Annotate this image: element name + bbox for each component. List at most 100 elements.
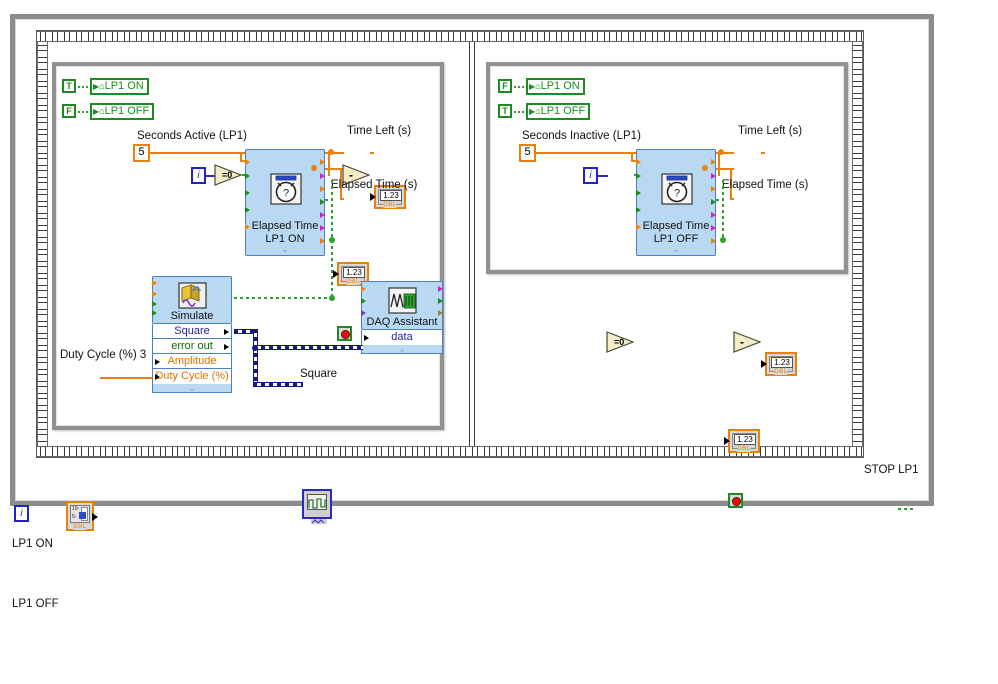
daq-assistant-icon	[387, 286, 419, 316]
elapsed-time-vi-expand-chevron[interactable]: ⌄	[246, 245, 324, 254]
wire-subtract-to-time-left	[370, 152, 374, 154]
wire-stop-to-loop-condition	[898, 508, 916, 510]
seconds-active-constant[interactable]: 5	[133, 144, 150, 162]
right-stop-boolean-terminal[interactable]	[728, 493, 743, 508]
vi-output-terminal[interactable]	[320, 225, 325, 231]
daq-assistant-title: DAQ Assistant	[366, 316, 438, 328]
simulate-signal-expand-bar[interactable]: ⌄	[152, 384, 232, 393]
right-local-var-lp1-off-label: LP1 OFF	[540, 105, 586, 117]
right-time-left-type-tag: DBL	[774, 369, 788, 375]
wire-vi-out-to-subtract	[328, 152, 330, 176]
vi-input-terminal[interactable]	[245, 190, 250, 196]
wire-junction-right-elapsed	[702, 165, 708, 171]
left-iteration-terminal[interactable]: i	[191, 167, 206, 184]
right-local-variable-lp1-on[interactable]: ▶⌂LP1 ON	[526, 78, 585, 95]
vi-input-terminal[interactable]	[245, 207, 250, 213]
vi-input-terminal[interactable]	[636, 190, 641, 196]
vi-output-terminal[interactable]	[320, 212, 325, 218]
simulate-signal-row-amplitude[interactable]: Amplitude	[153, 354, 231, 369]
vi-output-terminal[interactable]	[438, 286, 443, 292]
vi-output-terminal[interactable]	[711, 159, 716, 165]
right-time-left-indicator[interactable]: 1.23 DBL	[761, 352, 797, 376]
elapsed-time-type-tag: DBL	[346, 279, 360, 285]
stop-lp1-label: STOP LP1	[864, 464, 919, 476]
right-false-constant[interactable]: F	[498, 79, 512, 93]
wire-bool-to-simulate-signal	[234, 297, 332, 299]
row-input-arrow-icon	[155, 374, 160, 380]
right-subtract-function[interactable]: -	[733, 331, 761, 353]
duty-cycle-control[interactable]: 10- 5- DBL	[66, 501, 98, 531]
right-elapsed-time-indicator[interactable]: 1.23 DBL	[724, 429, 760, 453]
right-true-constant[interactable]: T	[498, 104, 512, 118]
row-label: Duty Cycle (%)	[155, 370, 229, 382]
wire-duty-cycle-to-simulate	[100, 377, 152, 379]
vi-output-terminal[interactable]	[320, 238, 325, 244]
sequence-frame-divider[interactable]	[469, 42, 475, 446]
vi-input-terminal[interactable]	[152, 280, 157, 286]
right-elapsed-time-label: Elapsed Time (s)	[722, 179, 809, 191]
vi-input-terminal[interactable]	[245, 159, 250, 165]
while-loop-iteration-terminal[interactable]: i	[14, 505, 29, 522]
daq-assistant-expand-bar[interactable]: ⌄	[361, 345, 443, 354]
local-variable-lp1-off[interactable]: ▶⌂LP1 OFF	[90, 103, 155, 120]
vi-output-terminal[interactable]	[320, 159, 325, 165]
left-true-constant[interactable]: T	[62, 79, 76, 93]
vi-input-terminal[interactable]	[636, 207, 641, 213]
vi-output-terminal[interactable]	[711, 225, 716, 231]
equals-zero-label: =0	[222, 170, 233, 180]
daq-assistant-vi[interactable]: DAQ Assistant	[361, 281, 443, 330]
vi-output-terminal[interactable]	[438, 310, 443, 316]
simulate-signal-row-square[interactable]: Square	[153, 324, 231, 339]
row-label: data	[391, 331, 413, 343]
graph-legend-icon	[311, 511, 327, 524]
square-graph-indicator[interactable]	[302, 489, 332, 524]
waveform-graph-icon	[308, 495, 326, 509]
simulate-signal-row-error-out[interactable]: error out	[153, 339, 231, 354]
slider-thumb[interactable]	[79, 512, 86, 519]
simulate-signal-row-duty-cycle[interactable]: Duty Cycle (%)	[153, 369, 231, 384]
vi-input-terminal[interactable]	[245, 173, 250, 179]
vi-input-terminal[interactable]	[152, 310, 157, 316]
lp1-off-indicator-label: LP1 OFF	[12, 598, 59, 610]
local-variable-lp1-on[interactable]: ▶⌂LP1 ON	[90, 78, 149, 95]
slider-tick-5: 5-	[72, 514, 77, 520]
vi-input-terminal[interactable]	[245, 224, 250, 230]
right-equals-zero-function[interactable]: =0	[606, 331, 634, 353]
vi-output-terminal[interactable]	[711, 186, 716, 192]
vi-output-terminal[interactable]	[711, 212, 716, 218]
row-output-arrow-icon	[224, 344, 229, 350]
row-output-arrow-icon	[224, 329, 229, 335]
vi-input-terminal[interactable]	[152, 291, 157, 297]
vi-output-terminal[interactable]	[320, 186, 325, 192]
vi-input-terminal[interactable]	[636, 173, 641, 179]
seconds-inactive-constant[interactable]: 5	[519, 144, 536, 162]
vi-output-terminal[interactable]	[711, 238, 716, 244]
vi-input-terminal[interactable]	[361, 298, 366, 304]
wire-junction-right-bool-stop	[720, 237, 726, 243]
wire-square-vertical	[253, 329, 258, 385]
vi-output-terminal[interactable]	[320, 173, 325, 179]
row-label: Amplitude	[167, 355, 217, 367]
vi-input-terminal[interactable]	[636, 159, 641, 165]
left-stop-boolean-terminal[interactable]	[337, 326, 352, 341]
vi-output-terminal[interactable]	[438, 298, 443, 304]
elapsed-time-off-expand-chevron[interactable]: ⌄	[637, 245, 715, 254]
vi-input-terminal[interactable]	[152, 301, 157, 307]
vi-output-terminal[interactable]	[711, 173, 716, 179]
slider-bar[interactable]	[79, 507, 88, 521]
indicator-arrow-icon	[724, 437, 730, 445]
left-equals-zero-function[interactable]: =0	[214, 164, 242, 186]
vi-input-terminal[interactable]	[636, 224, 641, 230]
lp1-on-indicator-label: LP1 ON	[12, 538, 53, 550]
vi-input-terminal[interactable]	[361, 310, 366, 316]
left-false-constant[interactable]: F	[62, 104, 76, 118]
right-local-variable-lp1-off[interactable]: ▶⌂LP1 OFF	[526, 103, 591, 120]
daq-assistant-row-data[interactable]: data	[362, 330, 442, 345]
vi-input-terminal[interactable]	[361, 286, 366, 292]
simulate-signal-io-rows: Square error out Amplitude Duty Cycle (%…	[152, 324, 232, 385]
simulate-signal-vi[interactable]: Simulate Signal	[152, 276, 232, 335]
wire-right-elapsed-entry	[730, 198, 734, 200]
indicator-arrow-icon	[333, 270, 339, 278]
right-iteration-terminal[interactable]: i	[583, 167, 598, 184]
wire-false-to-lp1off	[78, 111, 90, 113]
